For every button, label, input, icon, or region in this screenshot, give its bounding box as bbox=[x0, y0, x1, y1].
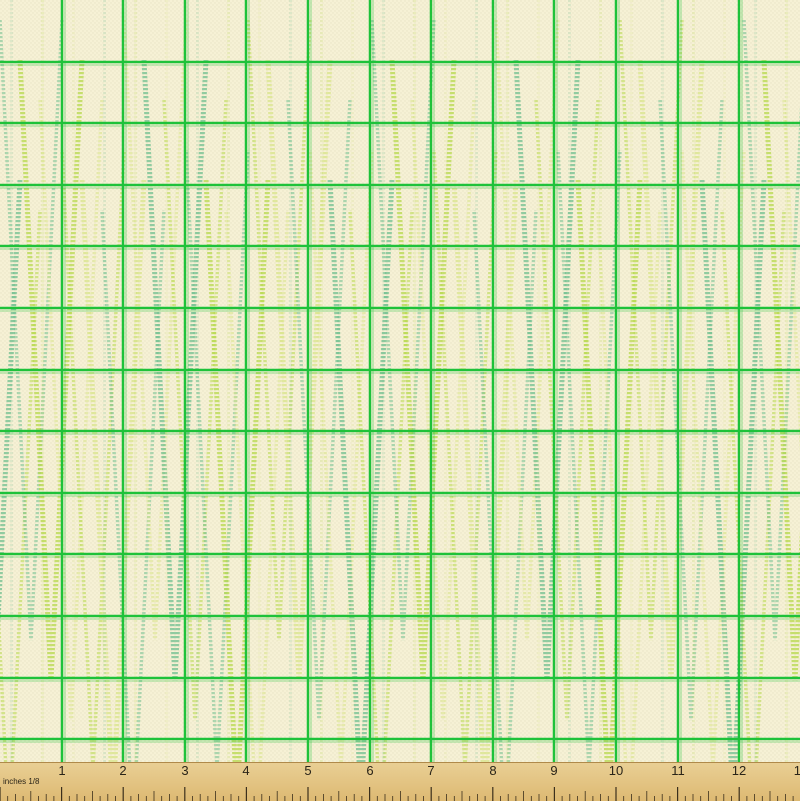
vertical-stripe bbox=[506, 0, 509, 800]
vertical-stripe bbox=[165, 0, 168, 800]
vertical-stripe bbox=[289, 0, 292, 800]
inch-ruler: inches 1/8 12345678910111213 bbox=[0, 762, 800, 801]
ruler-number: 4 bbox=[242, 763, 250, 778]
vertical-stripe bbox=[413, 0, 416, 800]
ruler-number: 8 bbox=[489, 763, 497, 778]
ruler-number: 2 bbox=[119, 763, 127, 778]
vertical-stripe bbox=[41, 0, 44, 800]
vertical-stripe bbox=[568, 0, 571, 800]
vertical-stripe bbox=[785, 0, 788, 800]
vertical-stripe bbox=[103, 0, 106, 800]
vertical-stripe bbox=[72, 0, 75, 800]
ruler-number: 9 bbox=[550, 763, 558, 778]
vertical-stripe bbox=[661, 0, 664, 800]
vertical-stripe bbox=[227, 0, 230, 800]
vertical-stripe bbox=[444, 0, 447, 800]
ruler-number: 10 bbox=[608, 763, 624, 778]
vertical-stripe bbox=[134, 0, 137, 800]
ruler-number: 3 bbox=[181, 763, 189, 778]
vertical-stripe bbox=[599, 0, 602, 800]
fabric-pattern bbox=[0, 0, 800, 800]
ruler-number: 12 bbox=[731, 763, 747, 778]
ruler-number: 5 bbox=[304, 763, 312, 778]
vertical-stripe bbox=[630, 0, 633, 800]
vertical-stripe bbox=[692, 0, 695, 800]
ruler-number: 6 bbox=[366, 763, 374, 778]
ruler-number: 13 bbox=[794, 764, 800, 778]
ruler-number: 7 bbox=[427, 763, 435, 778]
vertical-stripe bbox=[382, 0, 385, 800]
fabric-swatch bbox=[0, 0, 800, 800]
vertical-stripe bbox=[351, 0, 354, 800]
vertical-stripe bbox=[258, 0, 261, 800]
vertical-stripe bbox=[320, 0, 323, 800]
ruler-number: 1 bbox=[58, 763, 66, 778]
ruler-unit-label: inches 1/8 bbox=[3, 777, 40, 786]
vertical-stripe bbox=[723, 0, 726, 800]
vertical-stripe bbox=[196, 0, 199, 800]
vertical-stripe bbox=[10, 0, 13, 800]
vertical-stripe bbox=[537, 0, 540, 800]
ruler-number: 11 bbox=[671, 763, 685, 778]
vertical-stripe bbox=[475, 0, 478, 800]
vertical-stripe bbox=[754, 0, 757, 800]
